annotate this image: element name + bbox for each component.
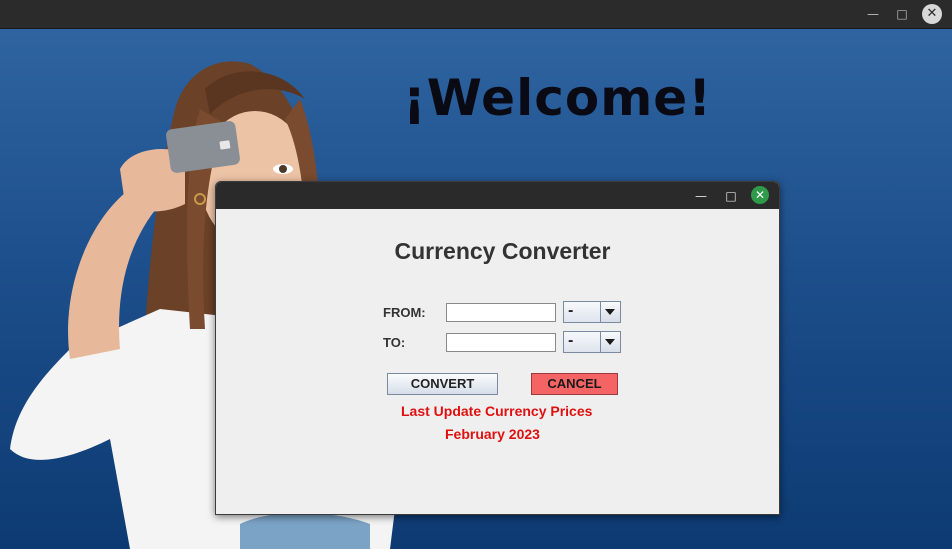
- dialog-title: Currency Converter: [394, 238, 611, 264]
- dialog-minimize-icon[interactable]: —: [692, 187, 710, 205]
- dialog-close-icon[interactable]: ✕: [751, 186, 769, 204]
- convert-button[interactable]: CONVERT: [387, 373, 498, 395]
- from-dropdown-button[interactable]: [600, 302, 620, 322]
- last-update-label: Last Update Currency Prices: [401, 403, 593, 419]
- to-dropdown-button[interactable]: [600, 332, 620, 352]
- window-titlebar[interactable]: — □ ✕: [0, 0, 952, 29]
- to-amount-input[interactable]: [446, 333, 556, 352]
- dialog-maximize-icon[interactable]: □: [722, 187, 740, 205]
- minimize-icon[interactable]: —: [864, 5, 882, 23]
- dialog-body: Currency Converter FROM: - TO: - CONVERT…: [216, 209, 779, 514]
- cancel-button[interactable]: CANCEL: [531, 373, 618, 395]
- to-label: TO:: [383, 335, 406, 350]
- welcome-heading: ¡Welcome!: [403, 69, 713, 127]
- last-update-date: February 2023: [445, 426, 540, 442]
- chevron-down-icon: [605, 339, 615, 345]
- from-currency-select[interactable]: -: [563, 301, 621, 323]
- chevron-down-icon: [605, 309, 615, 315]
- close-icon[interactable]: ✕: [922, 4, 942, 24]
- dialog-titlebar[interactable]: — □ ✕: [216, 182, 779, 209]
- currency-converter-dialog: — □ ✕ Currency Converter FROM: - TO: - C…: [215, 181, 780, 515]
- maximize-icon[interactable]: □: [893, 5, 911, 23]
- from-amount-input[interactable]: [446, 303, 556, 322]
- to-currency-select[interactable]: -: [563, 331, 621, 353]
- from-label: FROM:: [383, 305, 426, 320]
- to-currency-value: -: [568, 334, 574, 349]
- from-currency-value: -: [568, 304, 574, 319]
